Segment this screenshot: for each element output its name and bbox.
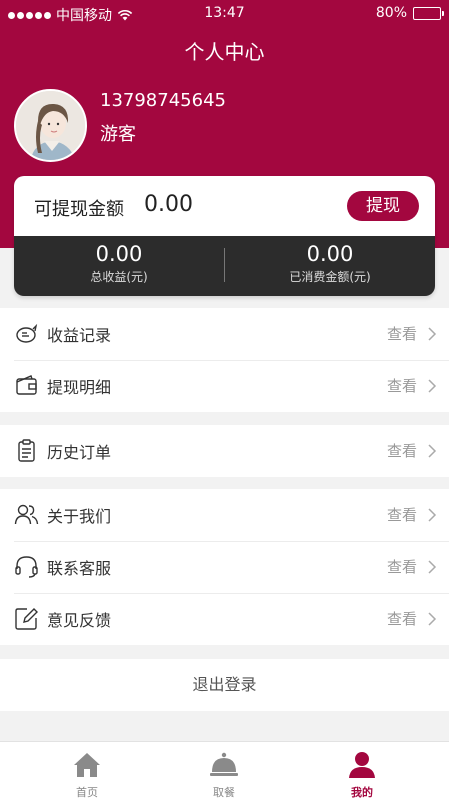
view-link[interactable]: 查看	[387, 375, 417, 396]
menu-item-about-us[interactable]: 关于我们 查看	[0, 489, 449, 541]
chevron-right-icon	[428, 444, 437, 458]
spent-stat[interactable]: 0.00 已消费金额(元)	[225, 242, 435, 285]
edit-icon	[15, 608, 38, 630]
view-link[interactable]: 查看	[387, 608, 417, 629]
tab-label: 首页	[76, 786, 98, 799]
food-cloche-icon	[210, 752, 238, 776]
view-link[interactable]: 查看	[387, 504, 417, 525]
clipboard-icon	[18, 439, 35, 462]
withdraw-button[interactable]: 提现	[347, 191, 419, 221]
chevron-right-icon	[428, 379, 437, 393]
users-icon	[14, 504, 39, 525]
wallet-card: 可提现金额 0.00 提现 0.00 总收益(元) 0.00 已消费金额(元)	[14, 176, 435, 296]
total-income-label: 总收益(元)	[90, 270, 148, 284]
status-right: 80%	[375, 5, 444, 21]
spent-label: 已消费金额(元)	[289, 270, 371, 284]
menu-item-feedback[interactable]: 意见反馈 查看	[0, 593, 449, 645]
menu-item-label: 收益记录	[47, 326, 112, 345]
headset-icon	[15, 556, 38, 578]
withdrawable-label: 可提现金额	[34, 199, 124, 220]
withdrawable-amount: 0.00	[144, 192, 193, 217]
tab-pickup[interactable]: 取餐	[194, 750, 254, 800]
total-income-value: 0.00	[95, 242, 143, 266]
total-income-stat[interactable]: 0.00 总收益(元)	[14, 242, 224, 285]
menu-item-contact-support[interactable]: 联系客服 查看	[0, 541, 449, 593]
battery-percent: 80%	[375, 5, 407, 21]
menu-item-label: 联系客服	[47, 559, 112, 578]
menu-item-label: 关于我们	[47, 507, 112, 526]
menu-item-label: 提现明细	[47, 378, 112, 397]
chevron-right-icon	[428, 560, 437, 574]
piggy-bank-icon	[16, 323, 38, 343]
tab-label: 我的	[351, 786, 373, 799]
page-title: 个人中心	[184, 40, 265, 64]
menu-item-order-history[interactable]: 历史订单 查看	[0, 425, 449, 477]
menu-item-label: 历史订单	[47, 443, 112, 462]
menu-group-orders: 历史订单 查看	[0, 425, 449, 477]
avatar[interactable]	[14, 89, 87, 162]
chevron-right-icon	[428, 508, 437, 522]
view-link[interactable]: 查看	[387, 323, 417, 344]
logout-button[interactable]: 退出登录	[0, 659, 449, 711]
menu-group-earnings: 收益记录 查看 提现明细 查看	[0, 308, 449, 412]
view-link[interactable]: 查看	[387, 440, 417, 461]
menu-item-income-records[interactable]: 收益记录 查看	[0, 308, 449, 360]
wallet-icon	[16, 375, 37, 395]
spent-value: 0.00	[306, 242, 354, 266]
tab-mine[interactable]: 我的	[332, 750, 392, 800]
user-phone: 13798745645	[100, 90, 226, 111]
chevron-right-icon	[428, 612, 437, 626]
chevron-right-icon	[428, 327, 437, 341]
tab-home[interactable]: 首页	[57, 750, 117, 800]
view-link[interactable]: 查看	[387, 556, 417, 577]
user-role: 游客	[100, 124, 136, 145]
menu-group-support: 关于我们 查看 联系客服 查看 意见反馈 查看	[0, 489, 449, 645]
status-bar: 中国移动 13:47 80%	[0, 0, 449, 28]
tab-bar: 首页 取餐 我的	[0, 741, 449, 800]
menu-item-withdraw-details[interactable]: 提现明细 查看	[0, 360, 449, 412]
tab-label: 取餐	[213, 786, 235, 799]
wallet-stats: 0.00 总收益(元) 0.00 已消费金额(元)	[14, 236, 435, 296]
battery-icon	[413, 6, 444, 20]
user-icon	[349, 752, 375, 778]
home-icon	[74, 753, 100, 777]
menu-item-label: 意见反馈	[47, 611, 112, 630]
